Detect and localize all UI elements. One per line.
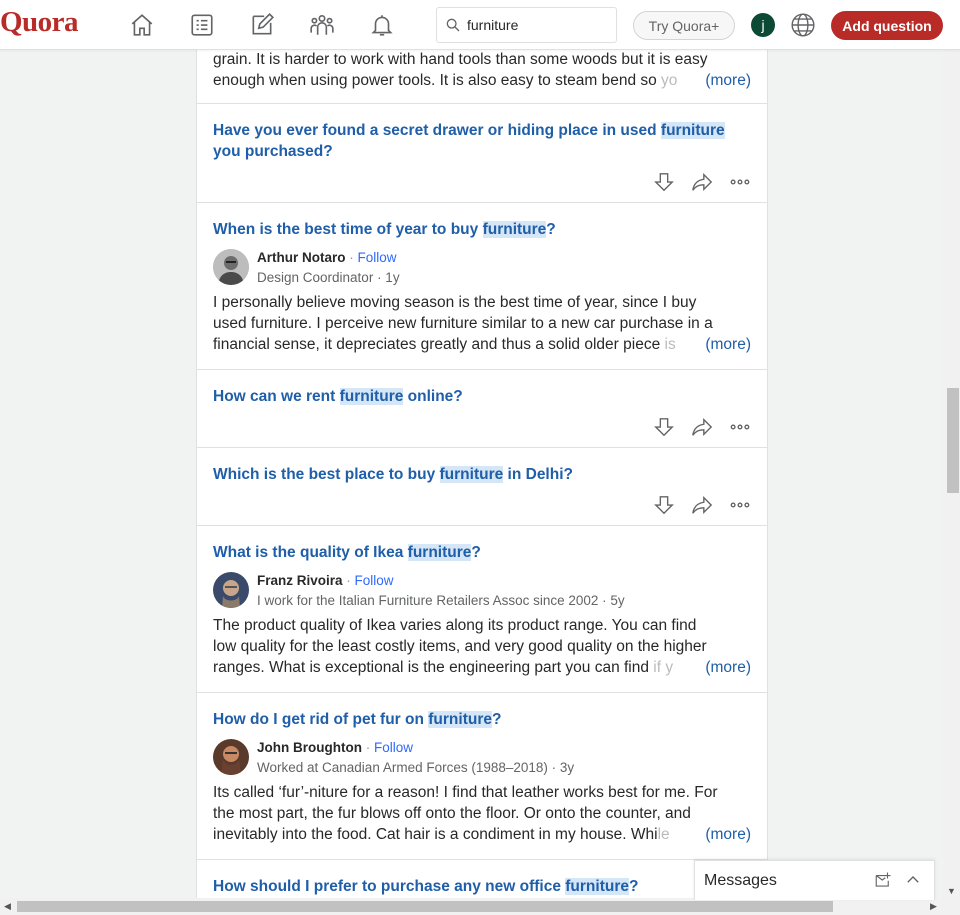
author-credential: I work for the Italian Furniture Retaile…	[257, 593, 625, 608]
author-block: Franz Rivoira · Follow I work for the It…	[213, 572, 751, 608]
home-icon[interactable]	[127, 10, 157, 40]
chevron-up-icon[interactable]	[904, 871, 922, 894]
avatar[interactable]	[213, 739, 249, 775]
question-title[interactable]: When is the best time of year to buy fur…	[213, 219, 751, 240]
list-item[interactable]: grain. It is harder to work with hand to…	[196, 48, 768, 104]
spaces-icon[interactable]	[307, 10, 337, 40]
follow-button[interactable]: Follow	[355, 573, 394, 588]
horizontal-scrollbar[interactable]: ◀ ▶	[0, 898, 960, 915]
author-name[interactable]: John Broughton	[257, 740, 362, 755]
list-item[interactable]: How can we rent furniture online?	[196, 370, 768, 448]
answer-snippet: grain. It is harder to work with hand to…	[213, 51, 751, 91]
search-results-feed: grain. It is harder to work with hand to…	[196, 0, 768, 900]
vertical-scrollbar[interactable]: ▼	[943, 0, 960, 898]
try-quora-plus-button[interactable]: Try Quora+	[633, 11, 735, 40]
author-name[interactable]: Arthur Notaro	[257, 250, 346, 265]
question-title[interactable]: Which is the best place to buy furniture…	[213, 464, 751, 485]
scroll-right-arrow-icon[interactable]: ▶	[930, 901, 937, 912]
user-avatar[interactable]: j	[751, 13, 775, 37]
question-title[interactable]: How do I get rid of pet fur on furniture…	[213, 709, 751, 730]
answer-snippet[interactable]: Its called ‘fur’-niture for a reason! I …	[213, 782, 751, 845]
downvote-icon[interactable]	[653, 416, 675, 438]
search-icon	[446, 18, 460, 32]
author-block: Arthur Notaro · Follow Design Coordinato…	[213, 249, 751, 285]
list-item[interactable]: When is the best time of year to buy fur…	[196, 203, 768, 370]
messages-panel[interactable]: Messages	[694, 860, 935, 900]
answer-snippet[interactable]: The product quality of Ikea varies along…	[213, 615, 751, 678]
answer-icon[interactable]	[247, 10, 277, 40]
more-link[interactable]: (more)	[703, 70, 751, 91]
downvote-icon[interactable]	[653, 494, 675, 516]
question-title[interactable]: What is the quality of Ikea furniture?	[213, 542, 751, 563]
question-actions	[653, 171, 751, 193]
share-icon[interactable]	[691, 171, 713, 193]
question-actions	[653, 416, 751, 438]
messages-label: Messages	[704, 871, 777, 889]
scroll-left-arrow-icon[interactable]: ◀	[4, 901, 11, 912]
author-name[interactable]: Franz Rivoira	[257, 573, 343, 588]
author-block: John Broughton · Follow Worked at Canadi…	[213, 739, 751, 775]
add-question-button[interactable]: Add question	[831, 11, 943, 40]
list-item[interactable]: What is the quality of Ikea furniture? F…	[196, 526, 768, 693]
follow-button[interactable]: Follow	[358, 250, 397, 265]
question-title[interactable]: Have you ever found a secret drawer or h…	[213, 120, 751, 162]
search-input[interactable]	[467, 17, 607, 33]
avatar[interactable]	[213, 572, 249, 608]
share-icon[interactable]	[691, 494, 713, 516]
more-icon[interactable]	[729, 494, 751, 516]
avatar[interactable]	[213, 249, 249, 285]
question-actions	[653, 494, 751, 516]
more-link[interactable]: (more)	[703, 824, 751, 845]
globe-icon[interactable]	[790, 12, 816, 38]
question-title[interactable]: How can we rent furniture online?	[213, 386, 751, 407]
more-icon[interactable]	[729, 171, 751, 193]
list-item[interactable]: How should I prefer to purchase any new …	[196, 860, 768, 900]
list-item[interactable]: Which is the best place to buy furniture…	[196, 448, 768, 526]
quora-logo[interactable]: Quora	[0, 6, 79, 39]
author-credential: Worked at Canadian Armed Forces (1988–20…	[257, 760, 575, 775]
author-credential: Design Coordinator · 1y	[257, 270, 400, 285]
question-title[interactable]: How should I prefer to purchase any new …	[213, 876, 751, 897]
scroll-down-arrow-icon[interactable]: ▼	[947, 886, 956, 896]
share-icon[interactable]	[691, 416, 713, 438]
following-icon[interactable]	[187, 10, 217, 40]
more-link[interactable]: (more)	[703, 657, 751, 678]
downvote-icon[interactable]	[653, 171, 675, 193]
horizontal-scroll-thumb[interactable]	[17, 901, 833, 912]
compose-message-icon[interactable]	[874, 871, 892, 894]
vertical-scroll-thumb[interactable]	[947, 388, 959, 493]
more-link[interactable]: (more)	[703, 334, 751, 355]
top-nav: Quora Try Quora+ j Add question	[0, 0, 960, 50]
list-item[interactable]: How do I get rid of pet fur on furniture…	[196, 693, 768, 860]
more-icon[interactable]	[729, 416, 751, 438]
notifications-icon[interactable]	[367, 10, 397, 40]
list-item[interactable]: Have you ever found a secret drawer or h…	[196, 104, 768, 203]
answer-snippet[interactable]: I personally believe moving season is th…	[213, 292, 751, 355]
search-box[interactable]	[436, 7, 617, 43]
follow-button[interactable]: Follow	[374, 740, 413, 755]
